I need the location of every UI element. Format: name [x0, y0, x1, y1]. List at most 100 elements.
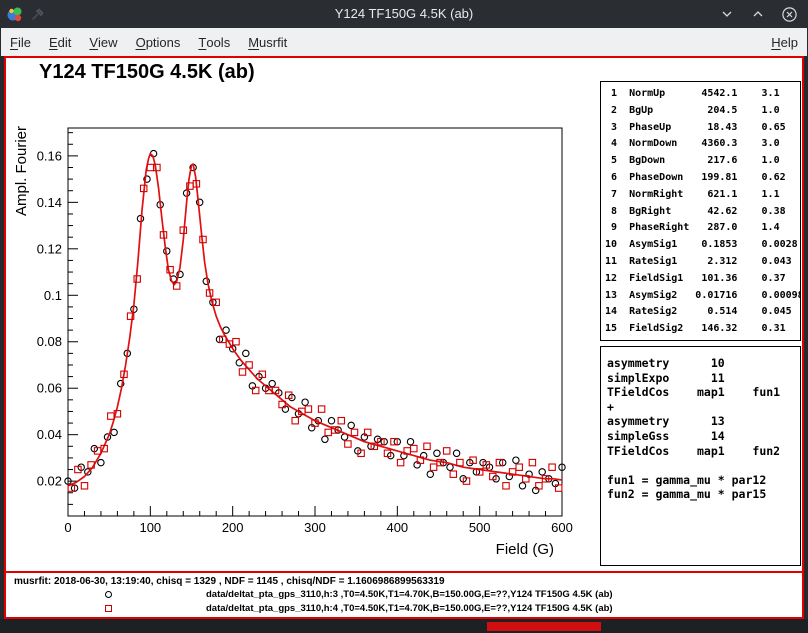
- menu-item-help[interactable]: Help: [762, 28, 807, 56]
- data-point: [490, 473, 496, 479]
- data-point: [397, 459, 403, 465]
- titlebar[interactable]: Y124 TF150G 4.5K (ab): [0, 0, 808, 29]
- legend-label: data/deltat_pta_gps_3110,h:3 ,T0=4.50K,T…: [206, 589, 613, 600]
- legend-entry: data/deltat_pta_gps_3110,h:4 ,T0=4.50K,T…: [6, 603, 802, 616]
- legend-label: data/deltat_pta_gps_3110,h:4 ,T0=4.50K,T…: [206, 603, 613, 614]
- data-point: [81, 483, 87, 489]
- data-point: [338, 418, 344, 424]
- data-point: [341, 434, 347, 440]
- data-point: [546, 476, 552, 482]
- data-point: [78, 464, 84, 470]
- menu-item-musrfit[interactable]: Musrfit: [239, 28, 296, 56]
- app-window: Y124 TF150G 4.5K (ab) FileEditViewOption…: [0, 0, 808, 633]
- maximize-icon[interactable]: [750, 6, 766, 22]
- data-point: [230, 346, 236, 352]
- data-point: [427, 471, 433, 477]
- x-tick-label: 400: [386, 520, 408, 535]
- data-point: [381, 439, 387, 445]
- data-point: [187, 183, 193, 189]
- data-point: [447, 464, 453, 470]
- data-point: [279, 401, 285, 407]
- data-point: [312, 420, 318, 426]
- data-point: [361, 434, 367, 440]
- data-point: [164, 248, 170, 254]
- titlebar-icons: [6, 0, 45, 28]
- data-point: [144, 176, 150, 182]
- data-point: [150, 150, 156, 156]
- data-point: [309, 425, 315, 431]
- data-point: [216, 336, 222, 342]
- window-title: Y124 TF150G 4.5K (ab): [120, 0, 688, 28]
- data-point: [411, 445, 417, 451]
- data-point: [266, 387, 272, 393]
- data-point: [318, 406, 324, 412]
- data-point: [272, 387, 278, 393]
- x-axis-title: Field (G): [496, 541, 554, 558]
- data-point: [506, 473, 512, 479]
- series-circle-points: [65, 150, 565, 493]
- data-point: [233, 339, 239, 345]
- taskbar-red-indicator[interactable]: [487, 622, 601, 631]
- theory-box: asymmetry 10 simplExpo 11 TFieldCos map1…: [600, 346, 801, 566]
- data-point: [236, 360, 242, 366]
- data-point: [437, 459, 443, 465]
- data-point: [305, 406, 311, 412]
- data-point: [335, 427, 341, 433]
- data-point: [276, 390, 282, 396]
- data-point: [108, 413, 114, 419]
- data-point: [190, 164, 196, 170]
- data-point: [286, 392, 292, 398]
- minimize-icon[interactable]: [719, 6, 735, 22]
- data-point: [193, 181, 199, 187]
- data-point: [473, 469, 479, 475]
- menu-item-edit[interactable]: Edit: [40, 28, 80, 56]
- data-point: [127, 313, 133, 319]
- data-point: [262, 385, 268, 391]
- menu-item-file[interactable]: File: [1, 28, 40, 56]
- data-point: [114, 411, 120, 417]
- data-point: [160, 232, 166, 238]
- data-point: [374, 436, 380, 442]
- menubar: FileEditViewOptionsToolsMusrfit Help: [1, 28, 807, 56]
- menu-item-options[interactable]: Options: [127, 28, 190, 56]
- data-point: [552, 480, 558, 486]
- x-tick-label: 200: [222, 520, 244, 535]
- data-point: [210, 299, 216, 305]
- data-point: [223, 327, 229, 333]
- y-axis: 0.020.040.060.080.10.120.140.16: [37, 133, 78, 516]
- data-point: [246, 362, 252, 368]
- data-point: [302, 399, 308, 405]
- data-point: [516, 464, 522, 470]
- data-point: [328, 418, 334, 424]
- info-pad: musrfit: 2018-06-30, 13:19:40, chisq = 1…: [6, 571, 802, 617]
- data-point: [197, 199, 203, 205]
- data-point: [243, 350, 249, 356]
- plot-title: Y124 TF150G 4.5K (ab): [39, 61, 255, 84]
- data-point: [503, 483, 509, 489]
- data-point: [519, 483, 525, 489]
- menu-item-view[interactable]: View: [80, 28, 126, 56]
- menu-item-tools[interactable]: Tools: [189, 28, 239, 56]
- fit-parameters-box: 1 NormUp 4542.1 3.1 2 BgUp 204.5 1.0 3 P…: [600, 81, 801, 341]
- legend-circle-marker: [105, 591, 112, 598]
- data-point: [463, 478, 469, 484]
- data-point: [371, 443, 377, 449]
- data-point: [134, 276, 140, 282]
- data-point: [157, 202, 163, 208]
- data-point: [177, 271, 183, 277]
- data-point: [440, 459, 446, 465]
- data-point: [358, 450, 364, 456]
- y-axis-title: Ampl. Fourier: [13, 126, 30, 216]
- close-icon[interactable]: [781, 6, 798, 23]
- data-point: [493, 476, 499, 482]
- data-point: [94, 448, 100, 454]
- data-point: [536, 483, 542, 489]
- data-point: [355, 448, 361, 454]
- data-point: [467, 459, 473, 465]
- data-point: [559, 464, 565, 470]
- data-point: [523, 476, 529, 482]
- root-canvas[interactable]: Y124 TF150G 4.5K (ab) 010020030040050060…: [4, 56, 804, 619]
- series-square-points: [68, 164, 562, 491]
- data-point: [315, 418, 321, 424]
- data-point: [348, 422, 354, 428]
